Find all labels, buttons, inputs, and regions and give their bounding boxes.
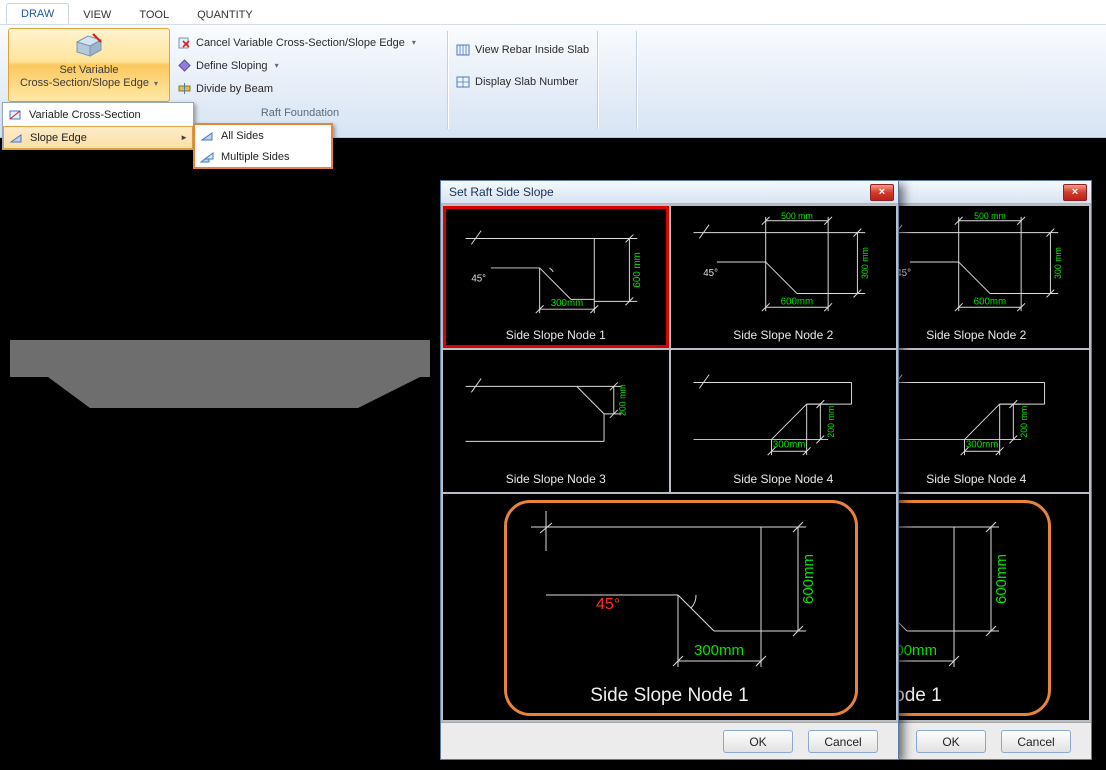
tab-draw[interactable]: DRAW [6, 3, 69, 24]
dim-run-label: 300mm [694, 642, 744, 659]
close-icon: × [879, 186, 885, 199]
define-sloping-label: Define Sloping [196, 60, 268, 72]
cancel-variable-button[interactable]: Cancel Variable Cross-Section/Slope Edge… [178, 34, 416, 51]
node-label: Side Slope Node 3 [446, 472, 666, 486]
dim-height-label: 600 mm [632, 252, 643, 287]
preview-cell: 45° 600mm 300mm Side Slope Node 1 [443, 494, 896, 720]
angle-label: 45° [703, 268, 718, 279]
slope-edge-submenu: All Sides Multiple Sides [193, 123, 333, 169]
node2-diagram: 500 mm 45° 300 mm 600mm [674, 209, 894, 319]
node-option-1[interactable]: 45° 600 mm 300mm Side Slope Node 1 [443, 206, 669, 348]
display-slab-number-icon [456, 75, 470, 89]
tab-tool[interactable]: TOOL [125, 5, 183, 24]
node4-diagram: 300mm 200 mm [674, 353, 894, 463]
divide-by-beam-icon [178, 82, 191, 95]
ribbon-separator [636, 31, 637, 129]
dim-right-label: 300 mm [1053, 247, 1063, 279]
node1-diagram: 45° 600 mm 300mm [446, 209, 666, 319]
close-button[interactable]: × [870, 184, 894, 201]
cancel-variable-label: Cancel Variable Cross-Section/Slope Edge [196, 37, 405, 49]
cancel-icon [178, 36, 191, 49]
submenu-arrow-icon: ► [180, 133, 188, 142]
angle-label: 45° [471, 274, 486, 285]
set-variable-label-2: Cross-Section/Slope Edge [20, 77, 149, 89]
group-label-raft-foundation: Raft Foundation [180, 107, 420, 119]
dim-height-label: 600mm [993, 554, 1010, 604]
dim-right-label: 200 mm [618, 384, 628, 416]
cancel-button[interactable]: Cancel [1001, 730, 1071, 753]
set-raft-dialog: Set Raft Side Slope × 45° 600 mm 300mm S… [440, 180, 899, 760]
multiple-sides-label: Multiple Sides [221, 151, 327, 163]
view-rebar-button[interactable]: View Rebar Inside Slab [456, 41, 589, 58]
dim-bottom-label: 600mm [780, 296, 812, 307]
menu-item-variable-cross-section[interactable]: Variable Cross-Section [3, 103, 193, 126]
node-label: Side Slope Node 2 [867, 328, 1087, 342]
close-button[interactable]: × [1063, 184, 1087, 201]
node-grid: 45° 600 mm 300mm Side Slope Node 1 500 m… [441, 204, 898, 722]
node2-diagram: 500 mm 45° 300 mm 600mm [867, 209, 1087, 319]
preview-diagram: 45° 600mm 300mm [446, 497, 893, 693]
divide-by-beam-label: Divide by Beam [196, 83, 273, 95]
node3-diagram: 200 mm [446, 353, 666, 463]
dim-right-label: 200 mm [1019, 406, 1029, 438]
node-option-4[interactable]: 300mm 200 mm Side Slope Node 4 [671, 350, 897, 492]
dialog-button-bar: OK Cancel [441, 722, 898, 759]
ribbon-tabbar: DRAW VIEW TOOL QUANTITY [0, 0, 1106, 25]
divide-by-beam-button[interactable]: Divide by Beam [178, 80, 273, 97]
close-icon: × [1072, 186, 1078, 199]
ok-button[interactable]: OK [916, 730, 986, 753]
dialog-titlebar[interactable]: Set Raft Side Slope × [441, 181, 898, 204]
set-variable-label-1: Set Variable [9, 64, 169, 77]
multiple-sides-icon [200, 150, 214, 164]
slope-edge-label: Slope Edge [30, 132, 173, 144]
dim-bottom-label: 600mm [973, 296, 1005, 307]
define-sloping-button[interactable]: Define Sloping ▾ [178, 57, 279, 74]
set-variable-icon [74, 33, 104, 59]
node-label: Side Slope Node 4 [867, 472, 1087, 486]
dim-top-label: 500 mm [974, 211, 1006, 221]
dim-run-label: 300mm [551, 298, 583, 309]
node-label: Side Slope Node 2 [674, 328, 894, 342]
view-rebar-icon [456, 43, 470, 57]
display-slab-number-button[interactable]: Display Slab Number [456, 73, 578, 90]
cancel-button[interactable]: Cancel [808, 730, 878, 753]
raft-cross-section-shape [10, 340, 430, 410]
variable-cross-section-label: Variable Cross-Section [29, 109, 189, 121]
all-sides-label: All Sides [221, 130, 327, 142]
node-label: Side Slope Node 1 [446, 328, 666, 342]
node-label: Side Slope Node 4 [674, 472, 894, 486]
node-option-2[interactable]: 500 mm 45° 300 mm 600mm Side Slope Node … [671, 206, 897, 348]
dim-right-label: 200 mm [826, 406, 836, 438]
set-variable-dropdown-menu: Variable Cross-Section Slope Edge ► [2, 102, 194, 150]
set-variable-button[interactable]: Set Variable Cross-Section/Slope Edge ▾ [8, 28, 170, 102]
submenu-item-all-sides[interactable]: All Sides [195, 125, 331, 146]
view-rebar-label: View Rebar Inside Slab [475, 44, 589, 56]
slope-edge-icon [9, 131, 23, 145]
node-option-3[interactable]: 200 mm Side Slope Node 3 [443, 350, 669, 492]
dim-top-label: 500 mm [781, 211, 813, 221]
preview-node-label: Side Slope Node 1 [446, 685, 893, 707]
ok-button[interactable]: OK [723, 730, 793, 753]
ribbon-separator [597, 31, 598, 129]
submenu-item-multiple-sides[interactable]: Multiple Sides [195, 146, 331, 167]
app-window: DRAW VIEW TOOL QUANTITY Set Variable Cro… [0, 0, 1106, 770]
all-sides-icon [200, 129, 214, 143]
tab-view[interactable]: VIEW [69, 5, 125, 24]
variable-cross-section-icon [8, 108, 22, 122]
display-slab-number-label: Display Slab Number [475, 76, 578, 88]
tab-quantity[interactable]: QUANTITY [183, 5, 267, 24]
angle-label: 45° [596, 596, 620, 613]
define-sloping-icon [178, 59, 191, 72]
dim-height-label: 600mm [800, 554, 817, 604]
node4-diagram: 300mm 200 mm [867, 353, 1087, 463]
menu-item-slope-edge[interactable]: Slope Edge ► [3, 126, 193, 149]
dim-bottom-label: 300mm [965, 439, 997, 450]
ribbon-separator [447, 31, 448, 129]
dim-right-label: 300 mm [860, 247, 870, 279]
dropdown-arrow-icon: ▾ [154, 79, 158, 88]
dialog-title: Set Raft Side Slope [441, 185, 870, 199]
dropdown-arrow-icon: ▾ [275, 61, 279, 70]
dropdown-arrow-icon: ▾ [412, 38, 416, 47]
dim-bottom-label: 300mm [772, 439, 804, 450]
